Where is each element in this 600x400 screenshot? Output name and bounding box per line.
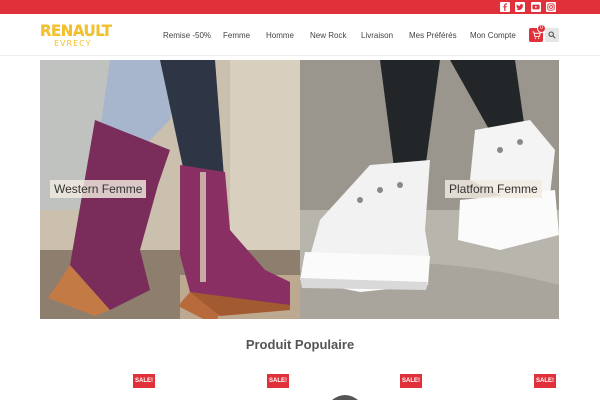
twitter-icon[interactable]	[515, 2, 525, 12]
product-thumbnail[interactable]	[330, 392, 360, 400]
brand-subtitle: EVRECY	[54, 39, 92, 48]
nav-item-remise[interactable]: Remise -50%	[163, 31, 211, 40]
site-header: RENAULT EVRECY Remise -50% Femme Homme N…	[0, 14, 600, 56]
nav-item-femme[interactable]: Femme	[223, 31, 250, 40]
nav-item-livraison[interactable]: Livraison	[361, 31, 393, 40]
sale-badge: SALE!	[133, 374, 155, 388]
nav-item-mes-preferes[interactable]: Mes Préférés	[409, 31, 457, 40]
banner-western-femme[interactable]: Western Femme	[40, 60, 300, 319]
top-bar	[0, 0, 600, 14]
sale-badge: SALE!	[267, 374, 289, 388]
brand-name: RENAULT	[40, 21, 112, 41]
brand-logo[interactable]: RENAULT EVRECY	[40, 22, 112, 56]
search-icon	[548, 31, 556, 39]
section-title-popular: Produit Populaire	[245, 337, 355, 352]
facebook-icon[interactable]	[500, 2, 510, 12]
instagram-icon[interactable]	[546, 2, 556, 12]
banner-label-western: Western Femme	[50, 180, 147, 198]
search-button[interactable]	[545, 28, 559, 42]
banner-label-platform: Platform Femme	[445, 180, 542, 198]
youtube-icon[interactable]	[531, 2, 541, 12]
nav-item-new-rock[interactable]: New Rock	[310, 31, 346, 40]
sale-badge: SALE!	[534, 374, 556, 388]
nav-item-homme[interactable]: Homme	[266, 31, 294, 40]
sale-badge: SALE!	[400, 374, 422, 388]
nav-item-mon-compte[interactable]: Mon Compte	[470, 31, 516, 40]
banner-platform-femme[interactable]: Platform Femme	[300, 60, 559, 319]
